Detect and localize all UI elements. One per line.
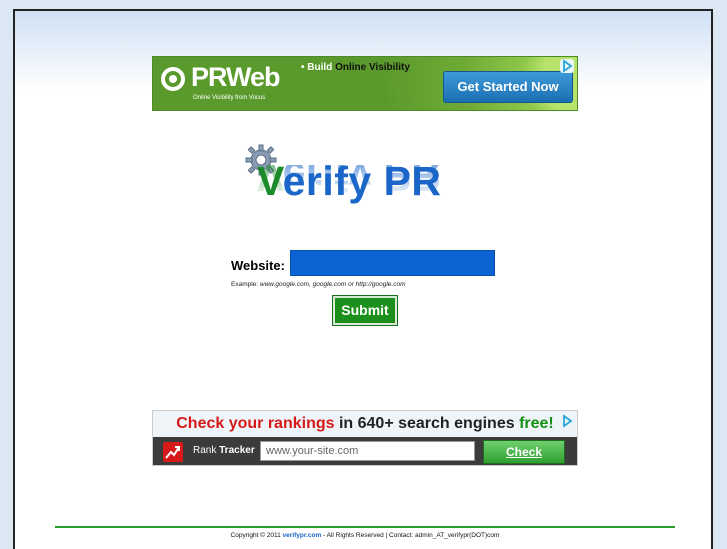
copyright-prefix: Copyright © 2011 <box>230 532 283 539</box>
prweb-headline: • Build Online Visibility <box>301 62 410 73</box>
rank-tracker-label: Rank Tracker <box>193 445 255 456</box>
headline-part-3: free! <box>519 415 554 432</box>
prweb-tagline: Online Visibility from Vocus <box>193 95 266 101</box>
rank-tracker-brand-1: Rank <box>193 445 220 456</box>
verify-pr-logo: Verify PR Verify PR <box>245 144 485 254</box>
example-hint: Example: www.google.com, google.com or h… <box>231 281 406 288</box>
site-link[interactable]: verifypr.com <box>283 532 322 539</box>
page-container: PRWeb Online Visibility from Vocus • Bui… <box>13 9 713 549</box>
footer-copyright: Copyright © 2011 verifypr.com - All Righ… <box>15 532 715 539</box>
rank-tracker-site-input[interactable]: www.your-site.com <box>260 441 475 461</box>
adchoices-icon[interactable] <box>560 59 574 73</box>
logo-reflection: Verify PR <box>257 165 442 200</box>
rank-tracker-bar: Rank Tracker www.your-site.com Check <box>153 437 577 465</box>
prweb-headline-bold: Online Visibility <box>335 62 410 73</box>
headline-part-1: Check your rankings <box>176 415 335 432</box>
prweb-brand: PRWeb <box>191 62 281 92</box>
footer-divider <box>55 526 675 528</box>
prweb-logo-icon <box>161 67 185 91</box>
website-label: Website: <box>231 258 285 273</box>
rank-tracker-headline: Check your rankings in 640+ search engin… <box>153 411 577 437</box>
rank-tracker-icon <box>163 442 183 462</box>
rank-tracker-ad[interactable]: Check your rankings in 640+ search engin… <box>152 410 578 466</box>
submit-button[interactable]: Submit <box>332 295 398 326</box>
prweb-headline-prefix: • Build <box>301 62 336 73</box>
rank-tracker-brand-2: Tracker <box>219 445 255 456</box>
get-started-button[interactable]: Get Started Now <box>443 71 573 103</box>
website-input[interactable] <box>290 250 495 276</box>
check-button[interactable]: Check <box>483 440 565 464</box>
example-values: www.google.com, google.com or http://goo… <box>259 281 406 288</box>
headline-part-2: in 640+ search engines <box>334 415 520 432</box>
copyright-suffix: - All Rights Reserved | Contact: admin_A… <box>321 532 500 539</box>
prweb-ad-banner[interactable]: PRWeb Online Visibility from Vocus • Bui… <box>152 56 578 111</box>
example-prefix: Example: <box>231 281 260 288</box>
adchoices-icon[interactable] <box>560 414 574 428</box>
